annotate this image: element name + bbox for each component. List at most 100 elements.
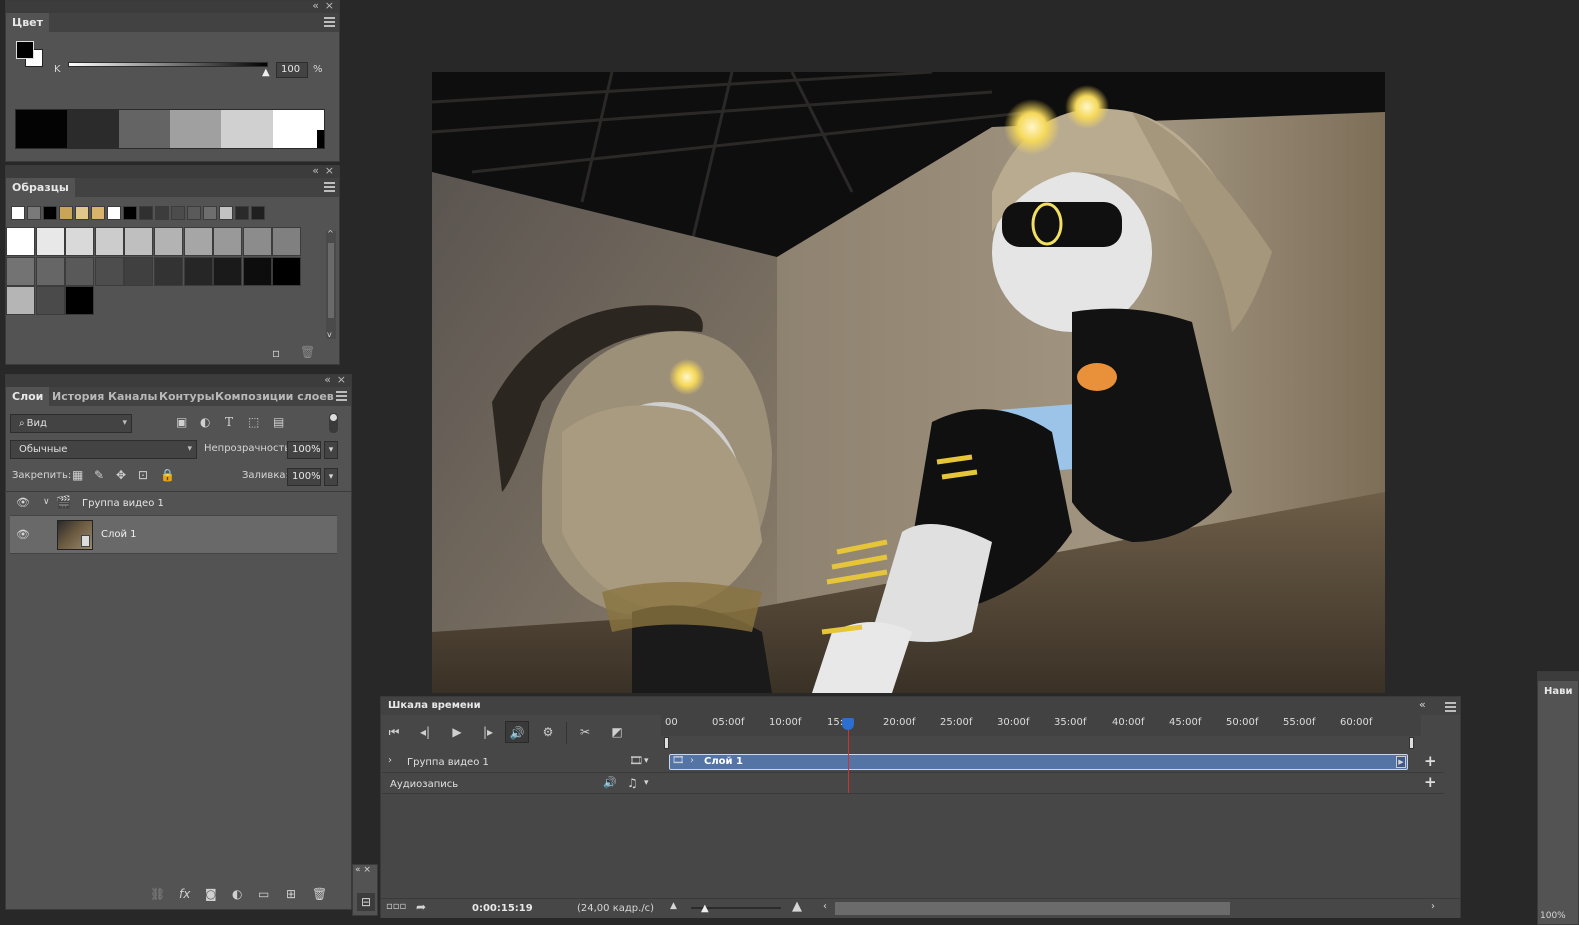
zoom-slider-handle[interactable]: ▲ <box>701 903 709 914</box>
lock-position-icon[interactable]: ✥ <box>116 468 126 482</box>
opacity-input[interactable]: 100% <box>287 441 321 459</box>
panel-menu-icon[interactable] <box>336 389 347 401</box>
swatch[interactable] <box>272 256 302 286</box>
recent-swatch[interactable] <box>27 206 41 220</box>
navigator-zoom[interactable]: 100% <box>1540 911 1566 921</box>
chevron-down-icon[interactable]: ▾ <box>644 778 649 788</box>
video-clip[interactable]: 🎞 › Слой 1 ▶ <box>669 754 1408 770</box>
add-audio-button[interactable]: + <box>1424 773 1437 791</box>
chevron-down-icon[interactable]: ▾ <box>644 756 649 766</box>
lock-transparent-icon[interactable]: ▦ <box>72 468 83 482</box>
render-video-icon[interactable]: ➦ <box>416 900 426 914</box>
collapse-icon[interactable]: « <box>1419 698 1426 711</box>
visibility-eye-icon[interactable]: 👁 <box>16 496 30 509</box>
expand-chevron-icon[interactable]: ∨ <box>43 497 50 507</box>
swatch[interactable] <box>154 256 183 286</box>
zoom-in-icon[interactable]: ▲ <box>792 899 802 914</box>
collapse-icon[interactable]: « <box>312 0 319 12</box>
zoom-out-icon[interactable]: ▲ <box>670 901 677 911</box>
document-canvas[interactable] <box>432 72 1385 693</box>
collapse-icon[interactable]: « <box>324 373 331 386</box>
swatch[interactable] <box>124 227 154 256</box>
previous-frame-button[interactable]: ◂| <box>413 721 437 743</box>
layer-row-layer1[interactable]: 👁 Слой 1 <box>10 516 337 554</box>
swatch[interactable] <box>242 227 272 256</box>
recent-swatch[interactable] <box>123 206 137 220</box>
swatches-scrollbar[interactable]: ^ v <box>326 229 336 339</box>
swatch[interactable] <box>65 256 95 286</box>
new-group-icon[interactable]: ▭ <box>258 887 269 901</box>
visibility-eye-icon[interactable]: 👁 <box>16 528 30 541</box>
recent-swatch[interactable] <box>43 206 57 220</box>
lock-all-icon[interactable]: 🔒 <box>160 468 175 482</box>
swatch[interactable] <box>183 256 213 286</box>
timeline-panel-icon[interactable]: ⊟ <box>357 893 375 911</box>
k-slider-track[interactable] <box>68 62 268 67</box>
expand-chevron-icon[interactable]: › <box>388 755 392 766</box>
clip-expand-icon[interactable]: › <box>690 755 694 766</box>
music-note-icon[interactable]: ♫ <box>627 776 638 790</box>
trash-icon[interactable]: 🗑 <box>300 345 315 359</box>
close-icon[interactable]: × <box>325 164 334 177</box>
swatch[interactable] <box>124 256 154 286</box>
add-mask-icon[interactable]: ◙ <box>205 887 217 901</box>
next-frame-button[interactable]: |▸ <box>476 721 500 743</box>
scroll-right-icon[interactable]: › <box>1431 901 1435 912</box>
swatch[interactable] <box>242 256 272 286</box>
mute-audio-button[interactable]: 🔊 <box>505 721 529 743</box>
swatch[interactable] <box>94 256 124 286</box>
smart-object-filter-icon[interactable]: ▤ <box>273 415 284 429</box>
swatch[interactable] <box>213 256 243 286</box>
settings-gear-icon[interactable]: ⚙ <box>536 721 560 743</box>
type-filter-icon[interactable]: T <box>225 415 233 429</box>
swatch[interactable] <box>6 286 35 316</box>
panel-menu-icon[interactable] <box>324 15 335 27</box>
tab-layers[interactable]: Слои <box>6 387 50 406</box>
recent-swatch[interactable] <box>235 206 249 220</box>
tab-layer-comps[interactable]: Композиции слоев <box>209 387 340 406</box>
fill-dropdown-icon[interactable]: ▾ <box>324 468 338 486</box>
swatch[interactable] <box>183 227 213 256</box>
recent-swatch[interactable] <box>155 206 169 220</box>
recent-swatch[interactable] <box>107 206 121 220</box>
foreground-color-swatch[interactable] <box>16 41 34 59</box>
new-layer-icon[interactable]: ⊞ <box>286 887 296 901</box>
fill-input[interactable]: 100% <box>287 468 321 486</box>
play-button[interactable]: ▶ <box>445 721 469 743</box>
swatch[interactable] <box>35 286 65 316</box>
new-swatch-icon[interactable]: ▫ <box>272 346 280 360</box>
split-scissors-icon[interactable]: ✂ <box>573 721 597 743</box>
lock-artboard-icon[interactable]: ⊡ <box>138 468 148 482</box>
tab-history[interactable]: История <box>46 387 110 406</box>
adjustment-filter-icon[interactable]: ◐ <box>200 415 210 429</box>
playhead-handle[interactable] <box>842 718 854 730</box>
link-layers-icon[interactable]: ⛓ <box>150 887 165 901</box>
recent-swatch[interactable] <box>75 206 89 220</box>
tab-swatches[interactable]: Образцы <box>6 178 75 197</box>
tab-color[interactable]: Цвет <box>6 13 50 32</box>
collapse-icon[interactable]: « <box>312 164 319 177</box>
k-value-input[interactable]: 100 <box>276 62 308 78</box>
opacity-dropdown-icon[interactable]: ▾ <box>324 441 338 459</box>
swatch[interactable] <box>6 227 35 256</box>
swatch[interactable] <box>213 227 243 256</box>
convert-frame-animation-icon[interactable]: ▫▫▫ <box>386 901 406 912</box>
layer-row-group[interactable]: 👁 ∨ 🎬 Группа видео 1 <box>10 492 337 516</box>
recent-swatch[interactable] <box>59 206 73 220</box>
swatch[interactable] <box>35 256 65 286</box>
swatch[interactable] <box>272 227 302 256</box>
clip-end-handle-icon[interactable]: ▶ <box>1396 756 1406 768</box>
swatch[interactable] <box>65 227 95 256</box>
recent-swatch[interactable] <box>251 206 265 220</box>
speaker-icon[interactable]: 🔊 <box>603 776 617 789</box>
blend-mode-dropdown[interactable]: Обычные ▾ <box>10 440 197 459</box>
work-area-bar[interactable] <box>664 737 1414 749</box>
adjustment-layer-icon[interactable]: ◐ <box>232 887 242 901</box>
recent-swatch[interactable] <box>187 206 201 220</box>
swatch[interactable] <box>154 227 183 256</box>
color-ramp[interactable] <box>15 109 325 149</box>
panel-menu-icon[interactable] <box>1445 700 1456 712</box>
swatch[interactable] <box>94 227 124 256</box>
fx-icon[interactable]: fx <box>179 887 190 901</box>
swatch[interactable] <box>6 256 35 286</box>
